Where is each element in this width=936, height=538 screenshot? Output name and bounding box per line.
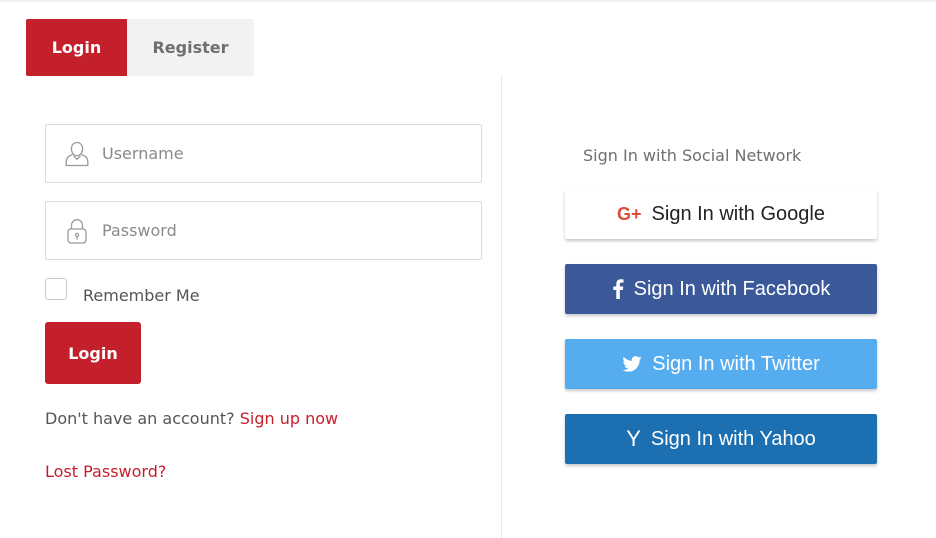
facebook-signin-label: Sign In with Facebook — [633, 277, 831, 300]
tab-register[interactable]: Register — [127, 19, 254, 76]
social-title: Sign In with Social Network — [583, 146, 802, 165]
signup-prompt: Don't have an account? — [45, 409, 235, 428]
column-divider — [501, 76, 502, 538]
signup-row: Don't have an account? Sign up now — [45, 409, 338, 428]
login-button[interactable]: Login — [45, 322, 141, 384]
username-input[interactable] — [102, 125, 472, 182]
google-plus-icon: G+ — [617, 203, 642, 224]
user-icon — [64, 140, 90, 168]
remember-me-checkbox[interactable] — [45, 278, 67, 300]
facebook-icon — [612, 279, 624, 299]
signup-link[interactable]: Sign up now — [240, 409, 338, 428]
top-border — [0, 0, 936, 2]
yahoo-icon: Y — [626, 426, 641, 451]
yahoo-signin-label: Sign In with Yahoo — [650, 427, 816, 450]
google-signin-label: Sign In with Google — [651, 202, 825, 225]
password-field — [45, 201, 482, 260]
remember-me-label: Remember Me — [83, 286, 200, 305]
twitter-icon — [622, 356, 642, 372]
username-field — [45, 124, 482, 183]
twitter-signin-label: Sign In with Twitter — [652, 352, 820, 375]
yahoo-signin-button[interactable]: Y Sign In with Yahoo — [565, 414, 877, 464]
facebook-signin-button[interactable]: Sign In with Facebook — [565, 264, 877, 314]
google-signin-button[interactable]: G+ Sign In with Google — [565, 189, 877, 239]
twitter-signin-button[interactable]: Sign In with Twitter — [565, 339, 877, 389]
tab-login[interactable]: Login — [26, 19, 127, 76]
lock-icon — [64, 217, 90, 245]
lost-password-link[interactable]: Lost Password? — [45, 462, 166, 481]
password-input[interactable] — [102, 202, 472, 259]
